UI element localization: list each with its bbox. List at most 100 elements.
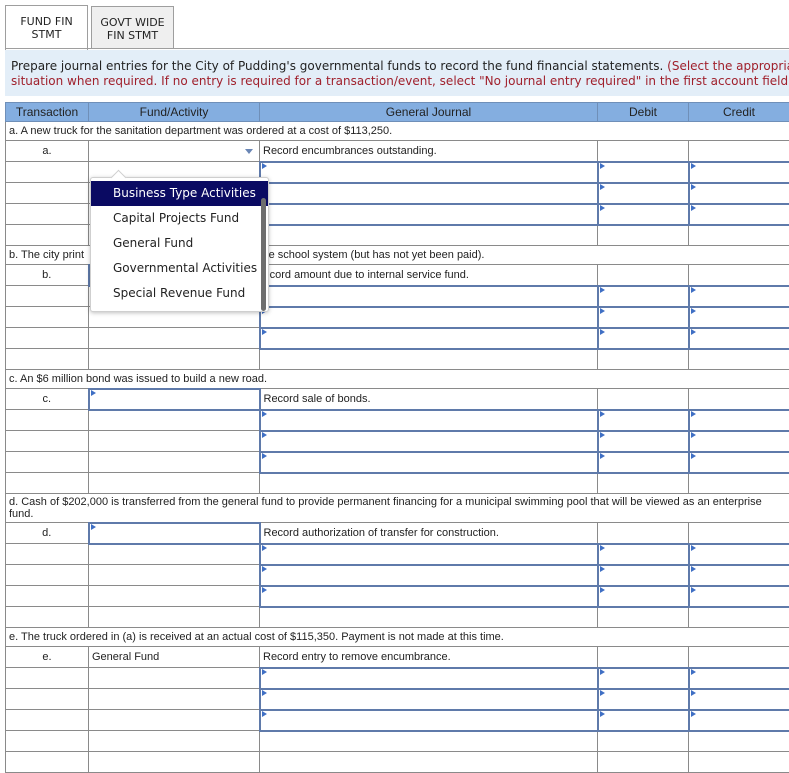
instructions-text: Prepare journal entries for the City of …: [11, 59, 663, 73]
debit-input[interactable]: [598, 162, 689, 183]
account-input[interactable]: [260, 586, 598, 607]
account-input[interactable]: [260, 307, 598, 328]
account-input[interactable]: [260, 710, 598, 731]
transaction-header-row: c. Record sale of bonds.: [6, 389, 789, 410]
account-input[interactable]: [260, 565, 598, 586]
header-debit: Debit: [598, 103, 689, 122]
credit-input[interactable]: [689, 431, 789, 452]
empty-cell: [6, 431, 89, 452]
empty-cell: [260, 225, 598, 246]
empty-cell: [6, 752, 89, 773]
fund-activity-select[interactable]: [89, 389, 260, 410]
debit-input[interactable]: [598, 183, 689, 204]
account-input[interactable]: [260, 204, 598, 225]
empty-cell: [6, 710, 89, 731]
chevron-down-icon[interactable]: [245, 149, 253, 154]
dropdown-scrollbar[interactable]: [261, 198, 266, 311]
transaction-description: a. A new truck for the sanitation depart…: [6, 122, 789, 141]
debit-input[interactable]: [598, 431, 689, 452]
credit-input[interactable]: [689, 410, 789, 431]
debit-input[interactable]: [598, 565, 689, 586]
spacer-row: [6, 349, 789, 370]
debit-input[interactable]: [598, 328, 689, 349]
debit-input[interactable]: [598, 710, 689, 731]
fund-activity-select[interactable]: [89, 141, 260, 162]
debit-input[interactable]: [598, 307, 689, 328]
empty-cell: [598, 731, 689, 752]
debit-input[interactable]: [598, 452, 689, 473]
empty-cell: [6, 225, 89, 246]
empty-cell: [89, 431, 260, 452]
credit-cell: [689, 265, 789, 286]
credit-input[interactable]: [689, 586, 789, 607]
credit-input[interactable]: [689, 328, 789, 349]
journal-entry-row: [6, 328, 789, 349]
transaction-label: c.: [6, 389, 89, 410]
empty-cell: [260, 731, 598, 752]
account-input[interactable]: [260, 183, 598, 204]
credit-input[interactable]: [689, 162, 789, 183]
debit-input[interactable]: [598, 689, 689, 710]
empty-cell: [689, 752, 789, 773]
debit-input[interactable]: [598, 668, 689, 689]
tab-govt-wide-fin-stmt[interactable]: GOVT WIDE FIN STMT: [91, 6, 174, 49]
debit-input[interactable]: [598, 204, 689, 225]
dropdown-option[interactable]: Special Revenue Fund: [91, 281, 268, 306]
empty-cell: [260, 473, 598, 494]
credit-input[interactable]: [689, 183, 789, 204]
tab-fund-fin-stmt[interactable]: FUND FIN STMT: [5, 5, 88, 50]
account-input[interactable]: [260, 668, 598, 689]
credit-cell: [689, 647, 789, 668]
credit-input[interactable]: [689, 710, 789, 731]
dropdown-option[interactable]: Capital Projects Fund: [91, 206, 268, 231]
debit-input[interactable]: [598, 410, 689, 431]
empty-cell: [689, 349, 789, 370]
header-fund-activity: Fund/Activity: [89, 103, 260, 122]
dropdown-option[interactable]: Governmental Activities: [91, 256, 268, 281]
empty-cell: [689, 607, 789, 628]
credit-input[interactable]: [689, 204, 789, 225]
journal-entry-row: [6, 410, 789, 431]
account-input[interactable]: [260, 162, 598, 183]
empty-cell: [89, 328, 260, 349]
debit-input[interactable]: [598, 286, 689, 307]
empty-cell: [89, 544, 260, 565]
fund-activity-dropdown-menu: Business Type Activities Capital Project…: [90, 177, 269, 312]
journal-entry-row: [6, 431, 789, 452]
credit-input[interactable]: [689, 544, 789, 565]
account-input[interactable]: [260, 328, 598, 349]
credit-input[interactable]: [689, 565, 789, 586]
account-input[interactable]: [260, 410, 598, 431]
empty-cell: [689, 731, 789, 752]
debit-input[interactable]: [598, 586, 689, 607]
empty-cell: [598, 349, 689, 370]
spacer-row: [6, 473, 789, 494]
account-input[interactable]: [260, 431, 598, 452]
fund-activity-select[interactable]: [89, 523, 260, 544]
credit-input[interactable]: [689, 286, 789, 307]
instructions-note: (Select the appropriate: [663, 59, 789, 73]
account-input[interactable]: [260, 544, 598, 565]
empty-cell: [89, 452, 260, 473]
empty-cell: [6, 668, 89, 689]
dropdown-option[interactable]: General Fund: [91, 231, 268, 256]
credit-input[interactable]: [689, 689, 789, 710]
credit-input[interactable]: [689, 452, 789, 473]
journal-note: Record entry to remove encumbrance.: [260, 647, 598, 668]
empty-cell: [6, 286, 89, 307]
empty-cell: [6, 544, 89, 565]
empty-cell: [689, 473, 789, 494]
account-input[interactable]: [260, 286, 598, 307]
dropdown-option[interactable]: Business Type Activities: [91, 181, 268, 206]
transaction-header-row: d. Record authorization of transfer for …: [6, 523, 789, 544]
account-input[interactable]: [260, 689, 598, 710]
credit-input[interactable]: [689, 668, 789, 689]
account-input[interactable]: [260, 452, 598, 473]
empty-cell: [598, 752, 689, 773]
credit-input[interactable]: [689, 307, 789, 328]
tab-divider: [5, 48, 789, 49]
debit-input[interactable]: [598, 544, 689, 565]
empty-cell: [260, 607, 598, 628]
empty-cell: [260, 349, 598, 370]
empty-cell: [6, 410, 89, 431]
